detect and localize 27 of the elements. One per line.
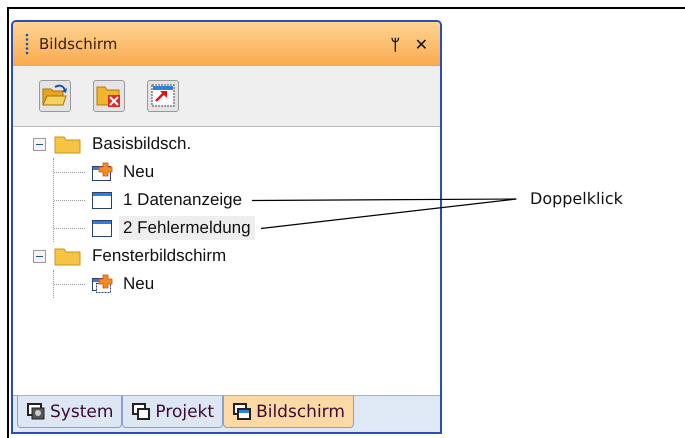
folder-icon <box>54 246 82 266</box>
windows-icon <box>131 402 152 421</box>
toolbar-button[interactable] <box>39 80 71 112</box>
toolbar-button[interactable] <box>147 80 179 112</box>
tree-item[interactable]: Neu <box>119 160 158 184</box>
tab[interactable]: Bildschirm <box>223 396 354 428</box>
tree-item[interactable]: Neu <box>119 272 158 296</box>
collapse-icon[interactable] <box>33 138 46 150</box>
windows-icon <box>232 402 252 421</box>
tree-item[interactable]: Fensterbildschirm <box>88 244 230 268</box>
tree-item[interactable]: Basisbildsch. <box>88 132 196 156</box>
window-icon <box>91 218 113 238</box>
tree-item[interactable]: 2 Fehlermeldung <box>119 216 255 240</box>
tree-item[interactable]: 1 Datenanzeige <box>119 188 246 212</box>
tab[interactable]: System <box>17 396 122 428</box>
collapse-icon[interactable] <box>33 250 46 262</box>
window-icon <box>91 190 113 210</box>
toolbar-button[interactable] <box>93 80 125 112</box>
close-button[interactable]: ✕ <box>412 34 430 54</box>
new-window-icon <box>91 274 113 294</box>
panel-title: Bildschirm <box>39 35 118 53</box>
tab[interactable]: Projekt <box>122 396 224 428</box>
annotation-label: Doppelklick <box>530 189 623 208</box>
pin-button[interactable]: ᛘ <box>388 34 403 54</box>
new-window-icon <box>91 162 113 182</box>
folder-icon <box>54 134 82 154</box>
grip-icon[interactable] <box>25 33 29 55</box>
